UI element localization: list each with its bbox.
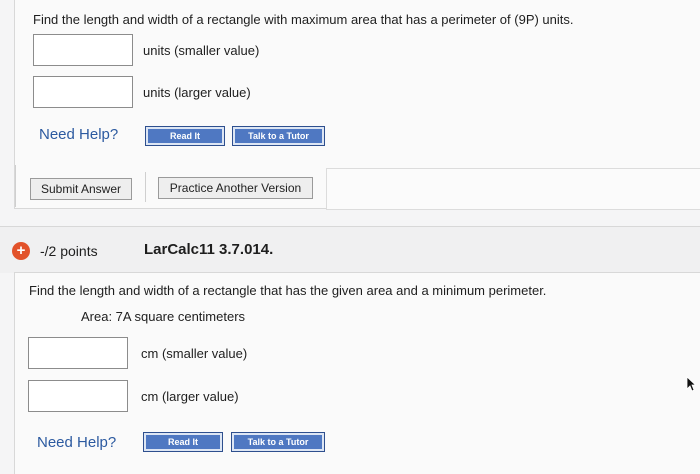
problem-question: Find the length and width of a rectangle… bbox=[33, 12, 574, 27]
assignment-page: Find the length and width of a rectangle… bbox=[0, 0, 700, 474]
divider bbox=[15, 165, 16, 207]
talk-to-tutor-button[interactable]: Talk to a Tutor bbox=[232, 126, 325, 146]
area-line: Area: 7A square centimeters bbox=[81, 309, 246, 324]
problem-card-1: Find the length and width of a rectangle… bbox=[14, 0, 700, 210]
answer-input-smaller[interactable] bbox=[28, 337, 128, 369]
read-it-button[interactable]: Read It bbox=[145, 126, 225, 146]
talk-to-tutor-button[interactable]: Talk to a Tutor bbox=[231, 432, 325, 452]
answer-input-larger[interactable] bbox=[28, 380, 128, 412]
plus-circle-icon[interactable]: + bbox=[12, 242, 30, 260]
unit-label-larger: units (larger value) bbox=[143, 85, 251, 100]
submit-answer-button[interactable]: Submit Answer bbox=[30, 178, 132, 200]
unit-label-smaller: cm (smaller value) bbox=[141, 346, 248, 361]
problem-id: LarCalc11 3.7.014. bbox=[144, 241, 274, 258]
feedback-area bbox=[326, 168, 700, 210]
problem-question: Find the length and width of a rectangle… bbox=[29, 283, 547, 298]
need-help-label: Need Help? bbox=[39, 126, 119, 143]
problem-card-2: Find the length and width of a rectangle… bbox=[14, 272, 700, 474]
unit-label-larger: cm (larger value) bbox=[141, 389, 239, 404]
points-label: -/2 points bbox=[40, 243, 98, 259]
mouse-pointer-icon bbox=[686, 376, 696, 392]
problem-header-2: + -/2 points LarCalc11 3.7.014. bbox=[0, 226, 700, 273]
answer-input-larger[interactable] bbox=[33, 76, 133, 108]
answer-input-smaller[interactable] bbox=[33, 34, 133, 66]
need-help-label: Need Help? bbox=[37, 434, 117, 451]
divider bbox=[145, 172, 146, 202]
read-it-button[interactable]: Read It bbox=[143, 432, 223, 452]
practice-another-version-button[interactable]: Practice Another Version bbox=[158, 177, 313, 199]
unit-label-smaller: units (smaller value) bbox=[143, 43, 260, 58]
